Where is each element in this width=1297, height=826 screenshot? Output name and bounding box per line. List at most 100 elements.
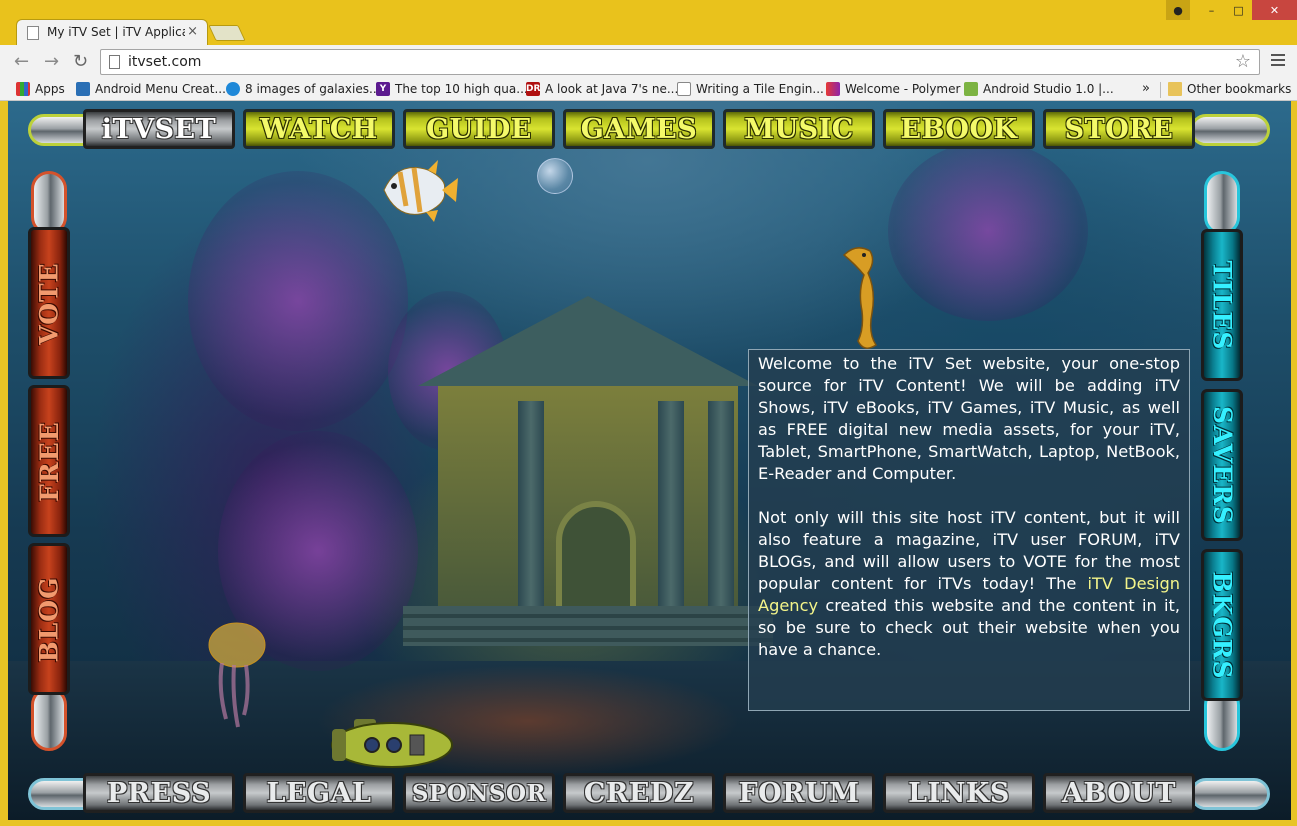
nav-sponsor-button[interactable]: SPONSOR: [403, 773, 555, 813]
reload-icon[interactable]: ↻: [73, 51, 88, 72]
other-bookmarks[interactable]: Other bookmarks: [1168, 82, 1291, 96]
window-controls: ● – □ ✕: [1166, 0, 1297, 20]
nav-tiles-button[interactable]: TILES: [1201, 229, 1243, 381]
bookmark-top10[interactable]: Y The top 10 high qua...: [376, 82, 528, 96]
nav-games-button[interactable]: GAMES: [563, 109, 715, 149]
nav-music-button[interactable]: MUSIC: [723, 109, 875, 149]
new-tab-button[interactable]: [208, 25, 246, 41]
nav-store-button[interactable]: STORE: [1043, 109, 1195, 149]
back-arrow-icon[interactable]: ←: [14, 51, 29, 72]
maximize-button[interactable]: □: [1225, 0, 1252, 20]
page-icon: [109, 55, 120, 69]
nav-watch-button[interactable]: WATCH: [243, 109, 395, 149]
user-profile-icon[interactable]: ●: [1166, 0, 1190, 20]
page-icon: [677, 82, 691, 96]
nav-label: BLOG: [34, 576, 64, 662]
tab-title: My iTV Set | iTV Applicatio: [47, 25, 185, 39]
nav-bkgrs-button[interactable]: BKGRS: [1201, 549, 1243, 701]
browser-toolbar: ← → ↻ itvset.com ☆: [0, 45, 1297, 79]
bookmark-galaxies[interactable]: 8 images of galaxies...: [226, 82, 380, 96]
bottom-pipe-cap: [31, 687, 67, 751]
nav-label: TILES: [1207, 260, 1237, 350]
nav-label: ABOUT: [1062, 777, 1176, 809]
bookmark-polymer[interactable]: Welcome - Polymer: [826, 82, 960, 96]
nav-label: STORE: [1064, 113, 1174, 145]
tab-close-icon[interactable]: ×: [187, 24, 198, 39]
page-favicon-icon: [27, 26, 39, 40]
about-paragraph: Not only will this site host iTV content…: [758, 507, 1180, 661]
jellyfish-icon: [208, 622, 266, 728]
temple-column: [518, 401, 544, 606]
temple-roof: [418, 296, 758, 386]
nav-label: SPONSOR: [411, 779, 547, 807]
address-bar[interactable]: itvset.com ☆: [100, 49, 1260, 75]
chrome-menu-icon[interactable]: [1271, 54, 1285, 69]
bookmark-apps[interactable]: Apps: [16, 82, 65, 96]
android-studio-icon: [76, 82, 90, 96]
forward-arrow-icon[interactable]: →: [44, 51, 59, 72]
nav-itvset-button[interactable]: iTVSET: [83, 109, 235, 149]
butterfly-fish-icon: [383, 160, 458, 222]
right-navigation: TILES SAVERS BKGRS: [1199, 171, 1245, 751]
nav-ebook-button[interactable]: EBOOK: [883, 109, 1035, 149]
bookmark-star-icon[interactable]: ☆: [1235, 51, 1251, 72]
temple-steps: [403, 606, 773, 646]
about-text: created this website and the content in …: [758, 596, 1180, 659]
temple-column: [708, 401, 734, 606]
top-pipe-cap: [1204, 171, 1240, 235]
bookmark-label: Writing a Tile Engin...: [696, 82, 824, 96]
other-bookmarks-label: Other bookmarks: [1187, 82, 1292, 96]
nav-free-button[interactable]: FREE: [28, 385, 70, 537]
bookmark-tile-engine[interactable]: Writing a Tile Engin...: [677, 82, 824, 96]
nav-links-button[interactable]: LINKS: [883, 773, 1035, 813]
nav-label: VOTE: [34, 261, 64, 345]
left-navigation: VOTE FREE BLOG: [26, 171, 72, 751]
bookmark-label: Apps: [35, 82, 65, 96]
browser-chrome: My iTV Set | iTV Applicatio × ● – □ ✕ ← …: [0, 0, 1297, 101]
nav-legal-button[interactable]: LEGAL: [243, 773, 395, 813]
folder-icon: [1168, 82, 1182, 96]
bookmark-label: Welcome - Polymer: [845, 82, 961, 96]
bubble: [537, 158, 573, 194]
nav-label: MUSIC: [744, 113, 854, 145]
nav-label: iTVSET: [101, 113, 217, 145]
bookmark-label: Android Menu Creat...: [95, 82, 226, 96]
nav-label: EBOOK: [900, 113, 1018, 145]
bookmark-label: The top 10 high qua...: [395, 82, 528, 96]
nav-label: LEGAL: [266, 777, 372, 809]
nav-label: PRESS: [106, 777, 212, 809]
url-text[interactable]: itvset.com: [128, 54, 201, 70]
browser-tab[interactable]: My iTV Set | iTV Applicatio ×: [16, 19, 208, 45]
bookmark-android-menu[interactable]: Android Menu Creat...: [76, 82, 226, 96]
nav-savers-button[interactable]: SAVERS: [1201, 389, 1243, 541]
nav-label: BKGRS: [1207, 570, 1237, 680]
temple-arch: [556, 501, 636, 621]
bookmark-java7[interactable]: DR A look at Java 7's ne...: [526, 82, 678, 96]
right-pipe-cap: [1190, 114, 1270, 146]
nav-about-button[interactable]: ABOUT: [1043, 773, 1195, 813]
top-navigation: iTVSET WATCH GUIDE GAMES MUSIC EBOOK STO…: [28, 109, 1270, 151]
nav-label: CREDZ: [583, 777, 695, 809]
bookmark-label: Android Studio 1.0 |...: [983, 82, 1114, 96]
dr-icon: DR: [526, 82, 541, 96]
nav-press-button[interactable]: PRESS: [83, 773, 235, 813]
nav-guide-button[interactable]: GUIDE: [403, 109, 555, 149]
bookmarks-divider: [1160, 82, 1161, 98]
welcome-text-panel: Welcome to the iTV Set website, your one…: [748, 349, 1190, 711]
nav-label: FORUM: [738, 777, 860, 809]
bookmark-android-studio[interactable]: Android Studio 1.0 |...: [964, 82, 1114, 96]
bookmarks-overflow-button[interactable]: »: [1142, 81, 1150, 96]
coral-reef: [188, 171, 408, 431]
polymer-icon: [826, 82, 840, 96]
mnn-icon: [226, 82, 240, 96]
nav-label: LINKS: [908, 777, 1010, 809]
nav-blog-button[interactable]: BLOG: [28, 543, 70, 695]
nav-credz-button[interactable]: CREDZ: [563, 773, 715, 813]
bottom-navigation: PRESS LEGAL SPONSOR CREDZ FORUM LINKS AB…: [28, 773, 1270, 815]
minimize-button[interactable]: –: [1198, 0, 1225, 20]
nav-vote-button[interactable]: VOTE: [28, 227, 70, 379]
android-icon: [964, 82, 978, 96]
close-window-button[interactable]: ✕: [1252, 0, 1297, 20]
yahoo-icon: Y: [376, 82, 390, 96]
nav-forum-button[interactable]: FORUM: [723, 773, 875, 813]
